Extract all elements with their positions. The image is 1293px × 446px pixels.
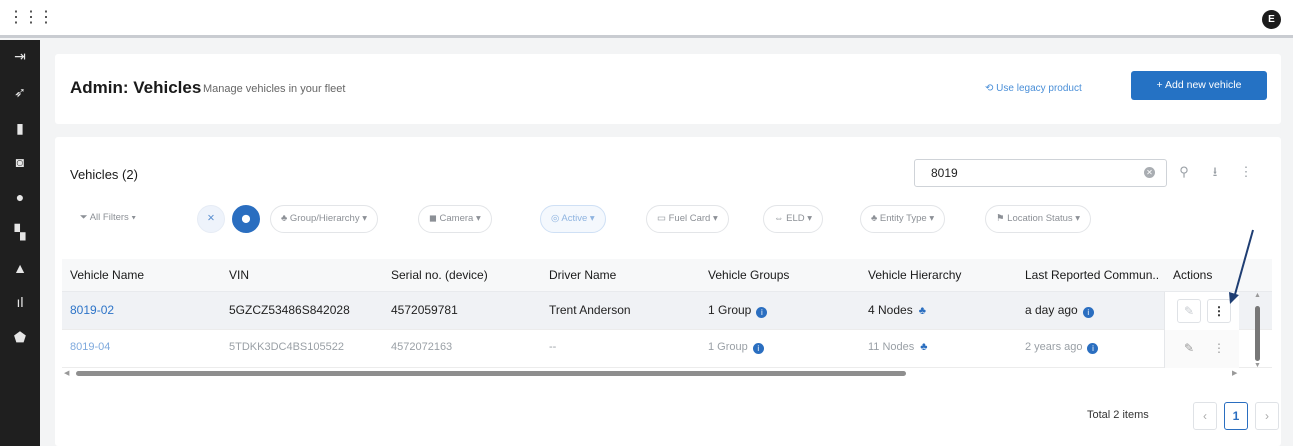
map-icon[interactable]: ▮ xyxy=(10,118,30,138)
eld-label: ELD xyxy=(786,213,805,224)
search-input[interactable]: 8019 ✕ xyxy=(914,159,1167,187)
hierarchy-icon[interactable]: ♣ xyxy=(919,305,926,317)
clear-search-icon[interactable]: ✕ xyxy=(1144,167,1155,178)
info-icon[interactable]: i xyxy=(1087,343,1099,354)
camera-label: Camera xyxy=(439,213,474,224)
fuel-card-filter[interactable]: ▭ Fuel Card ▾ xyxy=(646,205,729,233)
more-actions-button[interactable]: ⋮ xyxy=(1207,337,1231,361)
info-icon[interactable]: i xyxy=(1082,307,1094,318)
bar-chart-icon[interactable]: ıl xyxy=(10,292,30,312)
groups-cell: 1 Group i xyxy=(708,303,768,318)
groups-text: 1 Group xyxy=(708,341,748,353)
legacy-product-link[interactable]: ⟲ Use legacy product xyxy=(985,83,1082,94)
last-reported-cell: a day ago i xyxy=(1025,303,1094,318)
serial-cell: 4572059781 xyxy=(391,303,458,317)
pencil-icon: ✎ xyxy=(1183,304,1195,318)
legacy-link-label: Use legacy product xyxy=(996,83,1082,94)
next-page-button[interactable]: › xyxy=(1255,402,1279,430)
table-row[interactable]: 8019-02 5GZCZ53486S842028 4572059781 Tre… xyxy=(62,292,1272,330)
vehicle-name-link[interactable]: 8019-04 xyxy=(70,341,110,353)
groups-text: 1 Group xyxy=(708,303,752,317)
camera-icon[interactable]: ◙ xyxy=(10,152,30,172)
entity-type-label: Entity Type xyxy=(879,213,927,224)
driver-cell: Trent Anderson xyxy=(549,303,631,317)
search-icon[interactable]: ⚲ xyxy=(1176,164,1192,180)
hierarchy-text: 11 Nodes xyxy=(868,341,915,353)
download-icon[interactable]: ⭳ xyxy=(1207,164,1223,180)
page-subtitle: Manage vehicles in your fleet xyxy=(203,83,346,95)
hierarchy-cell: 11 Nodes ♣ xyxy=(868,341,928,353)
last-reported-cell: 2 years ago i xyxy=(1025,341,1099,354)
hierarchy-text: 4 Nodes xyxy=(868,303,913,317)
col-vin[interactable]: VIN xyxy=(229,268,379,282)
group-hierarchy-label: Group/Hierarchy xyxy=(289,213,360,224)
col-last-reported[interactable]: Last Reported Commun... xyxy=(1025,268,1160,282)
vehicles-panel: Vehicles (2) 8019 ✕ ⚲ ⭳ ⋮ ⏷ All Filters … xyxy=(55,137,1281,446)
location-status-filter[interactable]: ⚑ Location Status ▾ xyxy=(985,205,1092,233)
bell-icon[interactable]: ▲ xyxy=(10,258,30,278)
more-options-icon[interactable]: ⋮ xyxy=(1238,164,1254,180)
col-vehicle-name[interactable]: Vehicle Name xyxy=(70,268,220,282)
horizontal-scrollbar[interactable]: ◀ ▶ xyxy=(62,368,1242,380)
sign-in-icon[interactable]: ⇥ xyxy=(10,46,30,66)
edit-button[interactable]: ✎ xyxy=(1177,299,1201,323)
edit-button[interactable]: ✎ xyxy=(1177,337,1201,361)
col-serial[interactable]: Serial no. (device) xyxy=(391,268,541,282)
horizontal-scroll-thumb[interactable] xyxy=(76,371,906,376)
actions-cell: ✎ ⋮ xyxy=(1164,330,1239,368)
vertical-scroll-thumb[interactable] xyxy=(1255,306,1260,361)
vehicle-name-link[interactable]: 8019-02 xyxy=(70,303,114,317)
top-bar: ⋮⋮⋮ E xyxy=(0,0,1293,38)
vin-cell: 5GZCZ53486S842028 xyxy=(229,303,350,317)
table-header: Vehicle Name VIN Serial no. (device) Dri… xyxy=(62,259,1272,292)
entity-type-filter[interactable]: ♣ Entity Type ▾ xyxy=(860,205,946,233)
all-filters-label: All Filters xyxy=(89,212,129,223)
active-label: Active xyxy=(561,213,588,224)
rocket-icon[interactable]: ➶ xyxy=(10,82,30,102)
user-avatar[interactable]: E xyxy=(1262,10,1281,29)
shield-icon[interactable]: ⬟ xyxy=(10,327,30,347)
last-reported-text: a day ago xyxy=(1025,303,1078,317)
compass-icon[interactable]: ● xyxy=(10,187,30,207)
location-status-label: Location Status xyxy=(1007,213,1073,224)
info-icon[interactable]: i xyxy=(752,343,764,354)
hierarchy-cell: 4 Nodes ♣ xyxy=(868,303,926,317)
col-vehicle-groups[interactable]: Vehicle Groups xyxy=(708,268,858,282)
active-filter[interactable]: ◎ Active ▾ xyxy=(540,205,606,233)
page-header: Admin: Vehicles Manage vehicles in your … xyxy=(55,54,1281,124)
total-items: Total 2 items xyxy=(1087,409,1149,421)
camera-filter[interactable]: ◼ Camera ▾ xyxy=(418,205,492,233)
sidebar: ⇥ ➶ ▮ ◙ ● ▚ ▲ ıl ⬟ xyxy=(0,40,40,446)
driver-cell: -- xyxy=(549,341,557,353)
page-title: Admin: Vehicles xyxy=(70,78,202,97)
all-filters-chip[interactable]: ⏷ All Filters ▾ xyxy=(70,205,146,233)
group-hierarchy-filter[interactable]: ♣ Group/Hierarchy ▾ xyxy=(270,205,378,233)
info-icon[interactable]: i xyxy=(756,307,768,318)
vin-cell: 5TDKK3DC4BS105522 xyxy=(229,341,344,353)
scroll-down-icon[interactable]: ▼ xyxy=(1254,362,1261,369)
clear-filters-button[interactable]: ✕ xyxy=(197,205,225,233)
table-row[interactable]: 8019-04 5TDKK3DC4BS105522 4572072163 -- … xyxy=(62,330,1272,368)
scroll-right-icon[interactable]: ▶ xyxy=(1232,369,1237,377)
app-grid-icon[interactable]: ⋮⋮⋮ xyxy=(8,10,54,26)
vehicles-count-title: Vehicles (2) xyxy=(70,167,138,182)
col-vehicle-hierarchy[interactable]: Vehicle Hierarchy xyxy=(868,268,1018,282)
annotation-arrow xyxy=(1229,229,1254,304)
dashboard-icon[interactable]: ▚ xyxy=(10,222,30,242)
filter-toggle-button[interactable]: ⬤ xyxy=(232,205,260,233)
page-1-button[interactable]: 1 xyxy=(1224,402,1248,430)
serial-cell: 4572072163 xyxy=(391,341,453,353)
add-vehicle-button[interactable]: + Add new vehicle xyxy=(1131,71,1267,100)
last-reported-text: 2 years ago xyxy=(1025,341,1083,353)
prev-page-button[interactable]: ‹ xyxy=(1193,402,1217,430)
fuel-card-label: Fuel Card xyxy=(668,213,711,224)
groups-cell: 1 Group i xyxy=(708,341,764,354)
eld-filter[interactable]: ⇔ ELD ▾ xyxy=(763,205,824,233)
scroll-left-icon[interactable]: ◀ xyxy=(64,369,69,377)
search-value: 8019 xyxy=(931,166,958,180)
hierarchy-icon[interactable]: ♣ xyxy=(920,341,927,353)
col-driver-name[interactable]: Driver Name xyxy=(549,268,699,282)
pencil-icon: ✎ xyxy=(1183,341,1195,355)
